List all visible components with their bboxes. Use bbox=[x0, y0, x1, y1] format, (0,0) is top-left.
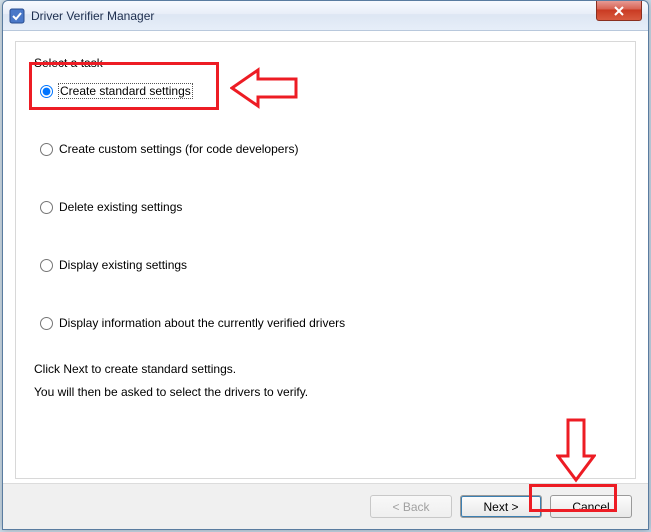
footer-buttons: < Back Next > Cancel bbox=[3, 483, 648, 529]
hint-text: Click Next to create standard settings. … bbox=[34, 358, 617, 404]
close-icon bbox=[613, 6, 625, 16]
radio-input-create-custom[interactable] bbox=[40, 143, 53, 156]
back-button: < Back bbox=[370, 495, 452, 518]
cancel-button[interactable]: Cancel bbox=[550, 495, 632, 518]
radio-label: Create custom settings (for code develop… bbox=[59, 142, 298, 156]
radio-input-create-standard[interactable] bbox=[40, 85, 53, 98]
radio-label: Display information about the currently … bbox=[59, 316, 345, 330]
radio-label: Display existing settings bbox=[59, 258, 187, 272]
titlebar: Driver Verifier Manager bbox=[3, 1, 648, 31]
content-panel: Select a task Create standard settings C… bbox=[15, 41, 636, 479]
task-radio-group: Create standard settings Create custom s… bbox=[40, 84, 617, 330]
radio-create-custom[interactable]: Create custom settings (for code develop… bbox=[40, 142, 617, 156]
radio-input-display-existing[interactable] bbox=[40, 259, 53, 272]
radio-display-info[interactable]: Display information about the currently … bbox=[40, 316, 617, 330]
radio-input-display-info[interactable] bbox=[40, 317, 53, 330]
close-button[interactable] bbox=[596, 1, 642, 21]
window-title: Driver Verifier Manager bbox=[31, 9, 154, 23]
next-button[interactable]: Next > bbox=[460, 495, 542, 518]
radio-display-existing[interactable]: Display existing settings bbox=[40, 258, 617, 272]
radio-delete-existing[interactable]: Delete existing settings bbox=[40, 200, 617, 214]
radio-label: Delete existing settings bbox=[59, 200, 182, 214]
section-label: Select a task bbox=[34, 56, 617, 70]
hint-line: You will then be asked to select the dri… bbox=[34, 381, 617, 404]
hint-line: Click Next to create standard settings. bbox=[34, 358, 617, 381]
radio-label: Create standard settings bbox=[59, 84, 192, 98]
verifier-app-icon bbox=[9, 8, 25, 24]
radio-input-delete-existing[interactable] bbox=[40, 201, 53, 214]
radio-create-standard[interactable]: Create standard settings bbox=[40, 84, 617, 98]
dialog-window: Driver Verifier Manager Select a task Cr… bbox=[2, 0, 649, 530]
